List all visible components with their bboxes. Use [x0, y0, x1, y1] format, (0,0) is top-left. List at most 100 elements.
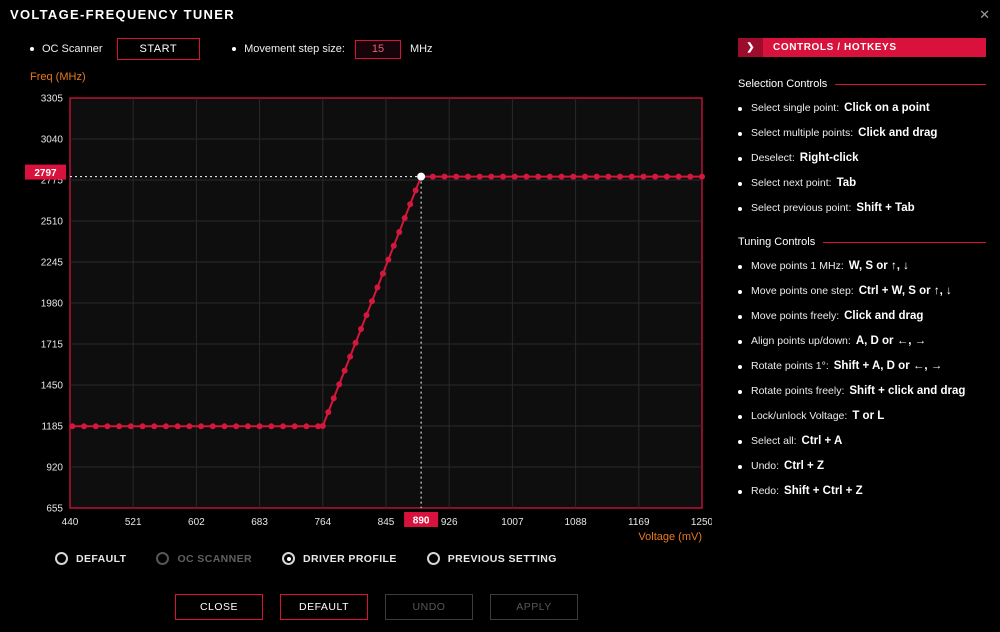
hotkey-value: Click on a point — [844, 102, 930, 115]
vf-point[interactable] — [629, 174, 635, 180]
selected-point[interactable] — [417, 173, 425, 181]
vf-point[interactable] — [374, 284, 380, 290]
vf-point[interactable] — [221, 423, 227, 429]
vf-point[interactable] — [582, 174, 588, 180]
vf-point[interactable] — [358, 326, 364, 332]
close-button[interactable]: CLOSE — [175, 594, 263, 620]
vf-point[interactable] — [559, 174, 565, 180]
vf-point[interactable] — [175, 423, 181, 429]
vf-point[interactable] — [570, 174, 576, 180]
vf-point[interactable] — [331, 395, 337, 401]
vf-point[interactable] — [699, 174, 705, 180]
vf-point[interactable] — [163, 423, 169, 429]
default-button[interactable]: DEFAULT — [280, 594, 368, 620]
vf-point[interactable] — [116, 423, 122, 429]
hotkey-value: A, D or ←, → — [856, 335, 926, 348]
vf-point[interactable] — [245, 423, 251, 429]
vf-point[interactable] — [488, 174, 494, 180]
y-axis-title: Freq (MHz) — [30, 71, 86, 83]
vf-point[interactable] — [210, 423, 216, 429]
vf-chart[interactable]: 4405216026837648459261007108811691250655… — [20, 88, 712, 540]
bullet-icon — [738, 132, 742, 136]
vf-point[interactable] — [512, 174, 518, 180]
hotkey-label: Lock/unlock Voltage: — [751, 410, 847, 423]
vf-point[interactable] — [280, 423, 286, 429]
vf-point[interactable] — [687, 174, 693, 180]
vf-point[interactable] — [233, 423, 239, 429]
x-tick-label: 926 — [441, 517, 458, 528]
profile-radio-default[interactable]: DEFAULT — [55, 552, 126, 565]
vf-point[interactable] — [363, 312, 369, 318]
hotkey-label: Select previous point: — [751, 202, 851, 215]
vf-point[interactable] — [676, 174, 682, 180]
vf-point[interactable] — [104, 423, 110, 429]
vf-point[interactable] — [535, 174, 541, 180]
vf-point[interactable] — [396, 229, 402, 235]
vf-point[interactable] — [380, 271, 386, 277]
bullet-icon — [738, 107, 742, 111]
hotkey-value: Shift + Ctrl + Z — [784, 485, 863, 498]
vf-point[interactable] — [453, 174, 459, 180]
profile-radio-driver-profile[interactable]: DRIVER PROFILE — [282, 552, 397, 565]
step-size-label: Movement step size: — [244, 43, 345, 55]
step-size-unit: MHz — [410, 43, 433, 55]
bullet-icon — [738, 340, 742, 344]
close-icon[interactable]: ✕ — [979, 8, 990, 21]
vf-point[interactable] — [605, 174, 611, 180]
vf-point[interactable] — [292, 423, 298, 429]
vf-point[interactable] — [325, 409, 331, 415]
hotkeys-header[interactable]: ❯ CONTROLS / HOTKEYS — [738, 38, 986, 57]
vf-point[interactable] — [81, 423, 87, 429]
vf-point[interactable] — [402, 215, 408, 221]
vf-point[interactable] — [186, 423, 192, 429]
vf-point[interactable] — [93, 423, 99, 429]
step-size-input[interactable] — [355, 40, 401, 59]
vf-point[interactable] — [268, 423, 274, 429]
radio-label: DRIVER PROFILE — [303, 553, 397, 565]
vf-point[interactable] — [320, 423, 326, 429]
profile-radio-previous-setting[interactable]: PREVIOUS SETTING — [427, 552, 557, 565]
section-divider — [823, 242, 986, 243]
vf-point[interactable] — [369, 298, 375, 304]
vf-point[interactable] — [303, 423, 309, 429]
radio-label: PREVIOUS SETTING — [448, 553, 557, 565]
vf-point[interactable] — [342, 368, 348, 374]
hotkey-label: Deselect: — [751, 152, 795, 165]
y-tick-label: 920 — [46, 463, 63, 474]
vf-point[interactable] — [353, 340, 359, 346]
vf-point[interactable] — [664, 174, 670, 180]
vf-point[interactable] — [385, 257, 391, 263]
hotkey-label: Select next point: — [751, 177, 832, 190]
vf-point[interactable] — [652, 174, 658, 180]
start-button[interactable]: START — [117, 38, 201, 60]
vf-point[interactable] — [128, 423, 134, 429]
vf-point[interactable] — [257, 423, 263, 429]
x-tick-label: 602 — [188, 517, 205, 528]
vf-point[interactable] — [500, 174, 506, 180]
vf-point[interactable] — [391, 243, 397, 249]
vf-point[interactable] — [617, 174, 623, 180]
vf-point[interactable] — [465, 174, 471, 180]
vf-point[interactable] — [140, 423, 146, 429]
vf-point[interactable] — [523, 174, 529, 180]
vf-point[interactable] — [336, 381, 342, 387]
vf-point[interactable] — [594, 174, 600, 180]
hotkeys-panel: ❯ CONTROLS / HOTKEYS Selection ControlsS… — [738, 38, 986, 498]
vf-point[interactable] — [547, 174, 553, 180]
vf-point[interactable] — [198, 423, 204, 429]
vf-point[interactable] — [413, 187, 419, 193]
hotkey-item: Select previous point:Shift + Tab — [738, 202, 986, 215]
hotkey-item: Rotate points 1°:Shift + A, D or ←, → — [738, 360, 986, 373]
vf-point[interactable] — [442, 174, 448, 180]
vf-point[interactable] — [640, 174, 646, 180]
bullet-icon — [738, 390, 742, 394]
hotkey-item: Select next point:Tab — [738, 177, 986, 190]
vf-point[interactable] — [69, 423, 75, 429]
hotkey-value: Click and drag — [858, 127, 937, 140]
vf-point[interactable] — [477, 174, 483, 180]
vf-point[interactable] — [151, 423, 157, 429]
radio-selected-icon — [282, 552, 295, 565]
vf-point[interactable] — [347, 354, 353, 360]
vf-point[interactable] — [430, 174, 436, 180]
vf-point[interactable] — [407, 201, 413, 207]
